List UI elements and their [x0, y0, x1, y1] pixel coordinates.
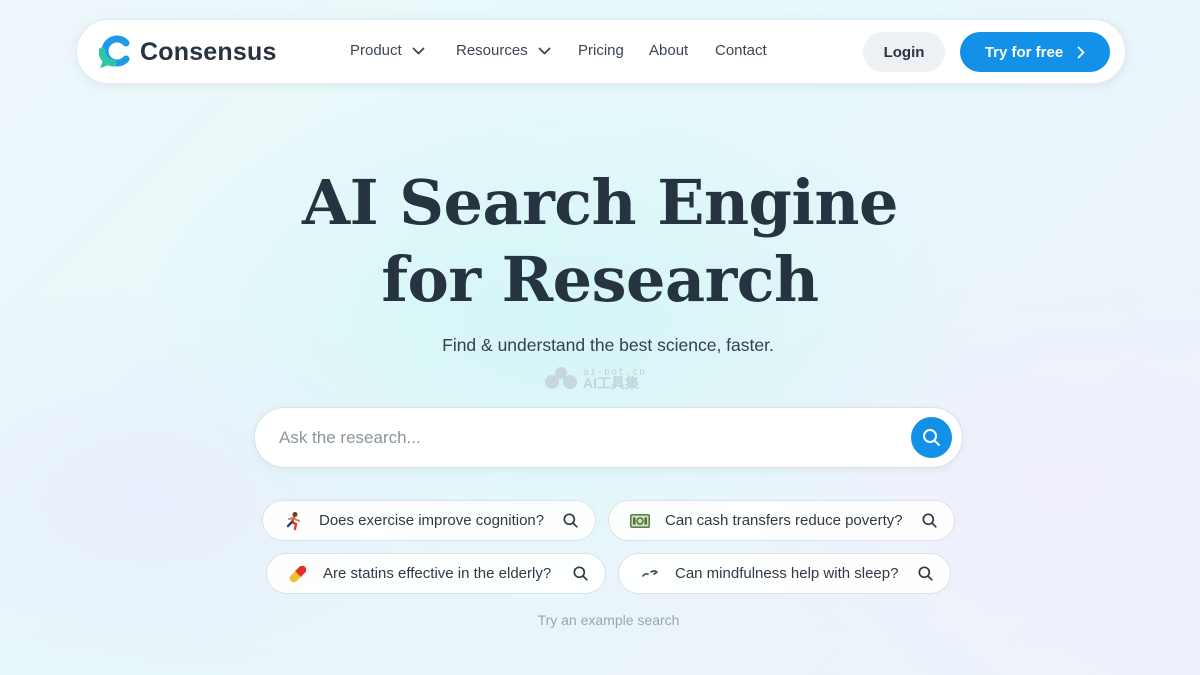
nav-item-label: About: [649, 42, 689, 59]
pill-icon: [287, 563, 309, 585]
example-search-label: Does exercise improve cognition?: [319, 512, 545, 529]
nav-item-label: Pricing: [578, 42, 624, 59]
brand-name: Consensus: [140, 37, 277, 66]
running-person-icon: [283, 510, 305, 532]
example-search-label: Can mindfulness help with sleep?: [675, 565, 899, 582]
nav-item-label: Resources: [456, 42, 528, 59]
sleep-icon: [639, 563, 661, 585]
chevron-right-icon: [1077, 46, 1085, 58]
search-bar: [254, 407, 963, 468]
example-search-label: Can cash transfers reduce poverty?: [665, 512, 903, 529]
hero-title-line1: AI Search Engine: [302, 166, 898, 239]
chevron-down-icon: [412, 47, 425, 54]
navbar: Consensus Product Resources Pricing Abou…: [76, 19, 1126, 84]
nav-item-product[interactable]: Product: [350, 42, 425, 59]
search-icon: [573, 566, 588, 581]
example-search-hint: Try an example search: [537, 612, 680, 628]
hero-title: AI Search Engine for Research: [0, 164, 1200, 318]
example-search-chip[interactable]: Are statins effective in the elderly?: [266, 553, 606, 594]
nav-item-contact[interactable]: Contact: [715, 42, 767, 59]
watermark-name: AI工具集: [583, 375, 639, 391]
consensus-logo-icon: [99, 35, 130, 68]
search-icon: [918, 566, 933, 581]
nav-item-about[interactable]: About: [649, 42, 688, 59]
search-icon: [922, 513, 937, 528]
try-for-free-label: Try for free: [984, 43, 1064, 61]
brand-logo[interactable]: Consensus: [99, 35, 277, 69]
banknote-icon: [629, 510, 651, 532]
search-icon: [563, 513, 578, 528]
example-search-label: Are statins effective in the elderly?: [323, 565, 552, 582]
chevron-down-icon: [538, 47, 551, 54]
login-button[interactable]: Login: [863, 32, 945, 72]
watermark-text: ai-bot.cn AI工具集: [583, 367, 646, 391]
search-button[interactable]: [911, 417, 952, 458]
hero-title-line2: for Research: [381, 243, 819, 316]
watermark: ai-bot.cn AI工具集: [543, 366, 646, 390]
example-search-chip[interactable]: Does exercise improve cognition?: [262, 500, 596, 541]
nav-item-pricing[interactable]: Pricing: [578, 42, 624, 59]
watermark-logo-icon: [545, 367, 577, 389]
try-for-free-button[interactable]: Try for free: [960, 32, 1110, 72]
hero-subtitle: Find & understand the best science, fast…: [442, 335, 774, 355]
nav-item-resources[interactable]: Resources: [456, 42, 551, 59]
nav-item-label: Contact: [715, 42, 767, 59]
search-input[interactable]: [279, 408, 899, 467]
example-search-chip[interactable]: Can cash transfers reduce poverty?: [608, 500, 955, 541]
nav-item-label: Product: [350, 42, 402, 59]
search-icon: [923, 429, 940, 446]
example-search-chip[interactable]: Can mindfulness help with sleep?: [618, 553, 951, 594]
